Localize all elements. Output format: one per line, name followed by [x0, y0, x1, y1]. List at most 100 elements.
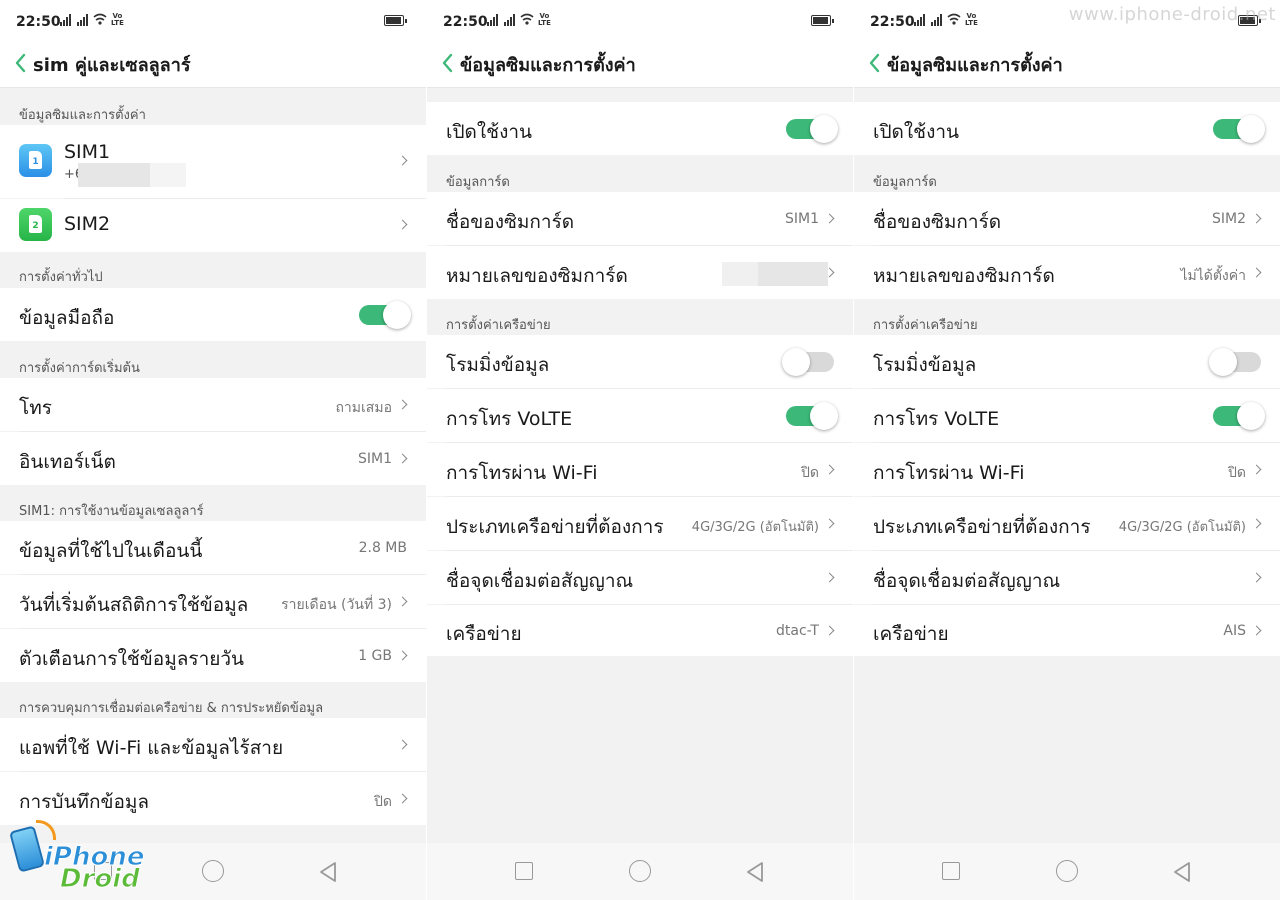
carrier-row[interactable]: เครือข่าย AIS	[854, 605, 1280, 656]
card-name-row[interactable]: ชื่อของซิมการ์ด SIM2	[854, 192, 1280, 245]
roaming-row[interactable]: โรมมิ่งข้อมูล	[427, 335, 853, 388]
signal-icon	[487, 14, 498, 26]
section-usage: SIM1: การใช้งานข้อมูลเซลลูลาร์	[19, 504, 204, 519]
sim1-icon: 1	[19, 144, 52, 177]
sim2-row[interactable]: 2 SIM2	[0, 199, 426, 252]
card-name-row[interactable]: ชื่อของซิมการ์ด SIM1	[427, 192, 853, 245]
enable-row[interactable]: เปิดใช้งาน	[427, 102, 853, 155]
home-button[interactable]	[629, 860, 651, 882]
volte-icon: Vo LTE	[538, 12, 551, 27]
page-title: sim คู่และเซลลูลาร์	[33, 55, 191, 76]
enable-row[interactable]: เปิดใช้งาน	[854, 102, 1280, 155]
chevron-right-icon	[1253, 572, 1261, 584]
roaming-toggle[interactable]	[1209, 348, 1261, 376]
wifi-call-value: ปิด	[1228, 465, 1246, 481]
data-saving-label: การบันทึกข้อมูล	[19, 791, 150, 813]
used-label: ข้อมูลที่ใช้ไปในเดือนนี้	[19, 540, 203, 562]
apps-wifi-label: แอพที่ใช้ Wi-Fi และข้อมูลไร้สาย	[19, 737, 284, 759]
section-network-settings: การตั้งค่าเครือข่าย	[873, 318, 978, 333]
redacted-number	[758, 262, 828, 286]
start-date-row[interactable]: วันที่เริ่มต้นสถิติการใช้ข้อมูล รายเดือน…	[0, 575, 426, 628]
battery-icon	[811, 15, 834, 26]
wifi-call-row[interactable]: การโทรผ่าน Wi-Fi ปิด	[854, 443, 1280, 496]
roaming-row[interactable]: โรมมิ่งข้อมูล	[854, 335, 1280, 388]
roaming-toggle[interactable]	[782, 348, 834, 376]
card-name-label: ชื่อของซิมการ์ด	[873, 211, 1002, 233]
signal-icon	[60, 14, 71, 26]
network-type-row[interactable]: ประเภทเครือข่ายที่ต้องการ 4G/3G/2G (อัตโ…	[427, 497, 853, 550]
home-button[interactable]	[1056, 860, 1078, 882]
sim1-row[interactable]: 1 SIM1 +6	[0, 125, 426, 198]
volte-row[interactable]: การโทร VoLTE	[427, 389, 853, 442]
daily-alert-value: 1 GB	[358, 648, 392, 664]
used-value: 2.8 MB	[358, 540, 407, 556]
internet-row[interactable]: อินเทอร์เน็ต SIM1	[0, 432, 426, 485]
internet-value: SIM1	[357, 451, 392, 467]
system-back-button[interactable]	[318, 861, 338, 883]
chevron-right-icon	[399, 596, 407, 608]
back-icon[interactable]	[12, 52, 32, 74]
volte-icon: Vo LTE	[965, 12, 978, 27]
back-icon[interactable]	[439, 52, 459, 74]
wifi-call-label: การโทรผ่าน Wi-Fi	[446, 462, 598, 484]
chevron-right-icon	[399, 219, 407, 231]
chevron-right-icon	[826, 267, 834, 279]
section-network-settings: การตั้งค่าเครือข่าย	[446, 318, 551, 333]
redacted-number	[78, 163, 150, 187]
volte-label: การโทร VoLTE	[446, 408, 573, 430]
network-type-row[interactable]: ประเภทเครือข่ายที่ต้องการ 4G/3G/2G (อัตโ…	[854, 497, 1280, 550]
recent-apps-button[interactable]	[515, 862, 533, 880]
screen-sim1-settings: 22:50 Vo LTE ข้อมูลซิมและการตั้งค่า เปิดใ…	[427, 0, 853, 900]
enable-toggle[interactable]	[1213, 115, 1265, 143]
carrier-label: เครือข่าย	[873, 623, 949, 645]
internet-label: อินเทอร์เน็ต	[19, 451, 116, 473]
chevron-right-icon	[826, 518, 834, 530]
section-default-card: การตั้งค่าการ์ดเริ่มต้น	[19, 361, 140, 376]
volte-toggle[interactable]	[786, 402, 838, 430]
recent-apps-button[interactable]	[942, 862, 960, 880]
roaming-label: โรมมิ่งข้อมูล	[873, 354, 977, 376]
data-saving-value: ปิด	[374, 794, 392, 810]
status-bar: 22:50 Vo LTE	[0, 0, 426, 40]
volte-row[interactable]: การโทร VoLTE	[854, 389, 1280, 442]
system-back-button[interactable]	[745, 861, 765, 883]
screen-sim-cellular: 22:50 Vo LTE sim คู่และเซลลูลาร์ ข้อมูลซิ…	[0, 0, 426, 900]
chevron-right-icon	[826, 572, 834, 584]
sim2-name: SIM2	[64, 213, 111, 235]
carrier-row[interactable]: เครือข่าย dtac-T	[427, 605, 853, 656]
iphone-droid-logo: iPhone Droid	[6, 818, 146, 898]
used-row: ข้อมูลที่ใช้ไปในเดือนนี้ 2.8 MB	[0, 521, 426, 574]
chevron-right-icon	[399, 650, 407, 662]
chevron-right-icon	[1253, 464, 1261, 476]
screen-sim2-settings: 22:50 Vo LTE www.iphone-droid.net ข้อมูลซ…	[854, 0, 1280, 900]
redacted-number-fade	[150, 163, 186, 187]
chevron-right-icon	[399, 155, 407, 167]
card-number-label: หมายเลขของซิมการ์ด	[446, 265, 628, 287]
home-button[interactable]	[202, 860, 224, 882]
system-back-button[interactable]	[1172, 861, 1192, 883]
card-number-value: ไม่ได้ตั้งค่า	[1180, 268, 1246, 284]
apn-label: ชื่อจุดเชื่อมต่อสัญญาณ	[446, 570, 634, 592]
card-name-value: SIM1	[784, 211, 819, 227]
apn-row[interactable]: ชื่อจุดเชื่อมต่อสัญญาณ	[854, 551, 1280, 604]
mobile-data-toggle[interactable]	[359, 301, 411, 329]
enable-toggle[interactable]	[786, 115, 838, 143]
wifi-icon	[947, 13, 961, 25]
status-time: 22:50	[443, 14, 488, 30]
wifi-call-row[interactable]: การโทรผ่าน Wi-Fi ปิด	[427, 443, 853, 496]
back-icon[interactable]	[866, 52, 886, 74]
chevron-right-icon	[399, 739, 407, 751]
call-row[interactable]: โทร ถามเสมอ	[0, 378, 426, 431]
section-general: การตั้งค่าทั่วไป	[19, 270, 103, 285]
page-title: ข้อมูลซิมและการตั้งค่า	[887, 55, 1063, 76]
daily-alert-row[interactable]: ตัวเตือนการใช้ข้อมูลรายวัน 1 GB	[0, 629, 426, 682]
apps-wifi-row[interactable]: แอพที่ใช้ Wi-Fi และข้อมูลไร้สาย	[0, 718, 426, 771]
apn-row[interactable]: ชื่อจุดเชื่อมต่อสัญญาณ	[427, 551, 853, 604]
card-number-row[interactable]: หมายเลขของซิมการ์ด	[427, 246, 853, 299]
card-name-label: ชื่อของซิมการ์ด	[446, 211, 575, 233]
card-number-row[interactable]: หมายเลขของซิมการ์ด ไม่ได้ตั้งค่า	[854, 246, 1280, 299]
volte-toggle[interactable]	[1213, 402, 1265, 430]
status-bar: 22:50 Vo LTE www.iphone-droid.net	[854, 0, 1280, 40]
battery-icon	[384, 15, 407, 26]
mobile-data-row[interactable]: ข้อมูลมือถือ	[0, 288, 426, 341]
